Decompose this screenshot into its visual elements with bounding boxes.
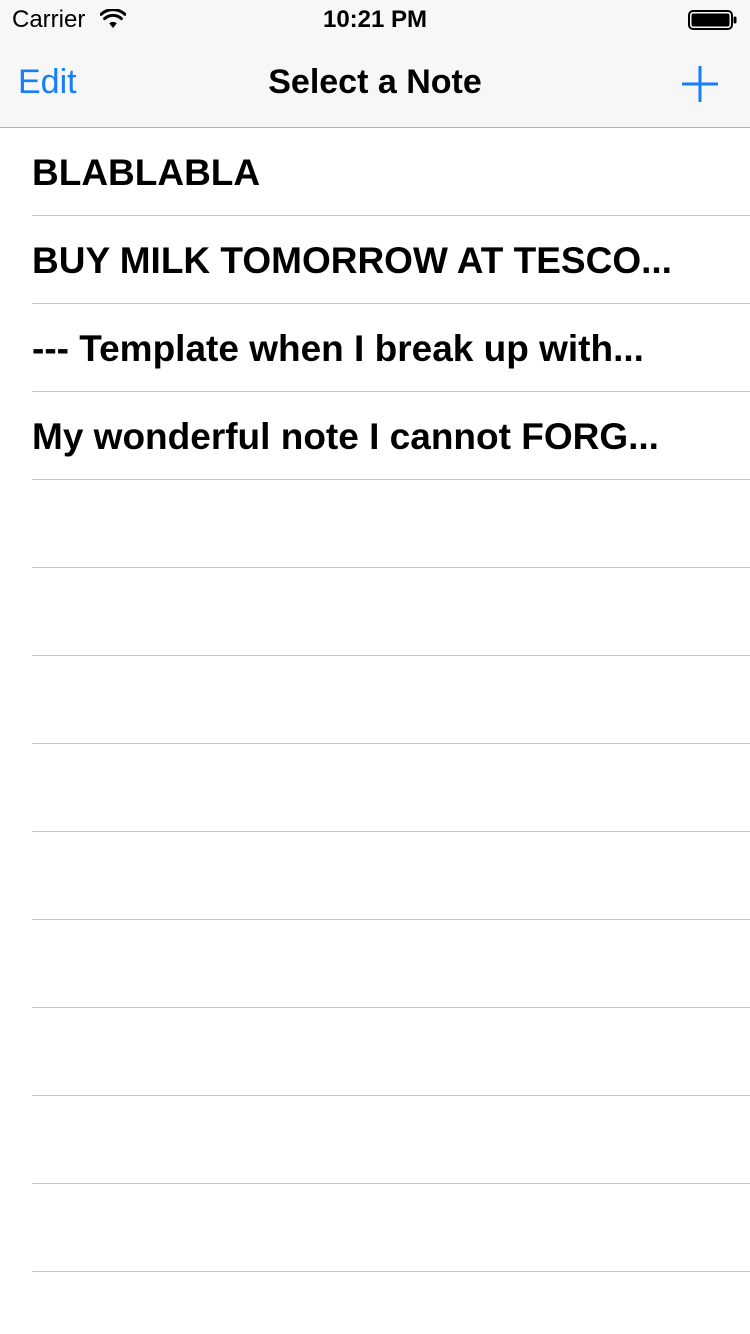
note-title [32, 568, 710, 655]
plus-icon[interactable] [680, 64, 720, 104]
note-title [32, 832, 710, 919]
page-title: Select a Note [268, 63, 482, 101]
top-bar: Carrier 10:21 PM Edit Select a Note [0, 0, 750, 128]
note-row[interactable] [0, 568, 750, 656]
note-row[interactable]: BUY MILK TOMORROW AT TESCO... [0, 216, 750, 304]
notes-list-screen: Carrier 10:21 PM Edit Select a Note BLAB… [0, 0, 750, 1334]
status-time: 10:21 PM [322, 6, 428, 33]
note-row[interactable] [0, 1184, 750, 1272]
note-title [32, 1272, 710, 1334]
note-title [32, 744, 710, 831]
note-row[interactable] [0, 1272, 750, 1334]
note-title [32, 920, 710, 1007]
note-title [32, 1184, 710, 1271]
note-row[interactable] [0, 744, 750, 832]
note-row[interactable] [0, 1096, 750, 1184]
note-title [32, 480, 710, 567]
note-title: My wonderful note I cannot FORG... [32, 416, 659, 457]
note-row[interactable]: BLABLABLA [0, 128, 750, 216]
edit-button[interactable]: Edit [18, 62, 77, 102]
note-row[interactable] [0, 480, 750, 568]
battery-full-icon [688, 10, 737, 30]
status-bar: Carrier 10:21 PM [0, 0, 750, 40]
note-row[interactable]: My wonderful note I cannot FORG... [0, 392, 750, 480]
notes-list: BLABLABLA BUY MILK TOMORROW AT TESCO... --… [0, 128, 750, 1334]
note-title [32, 656, 710, 743]
note-row[interactable] [0, 920, 750, 1008]
note-row[interactable] [0, 832, 750, 920]
note-title [32, 1096, 710, 1183]
note-row[interactable] [0, 1008, 750, 1096]
note-row[interactable] [0, 656, 750, 744]
navigation-bar: Edit Select a Note [0, 40, 750, 128]
note-title: --- Template when I break up with... [32, 328, 644, 369]
note-title [32, 1008, 710, 1095]
note-title: BLABLABLA [32, 152, 261, 193]
note-title: BUY MILK TOMORROW AT TESCO... [32, 240, 672, 281]
note-row[interactable]: --- Template when I break up with... [0, 304, 750, 392]
